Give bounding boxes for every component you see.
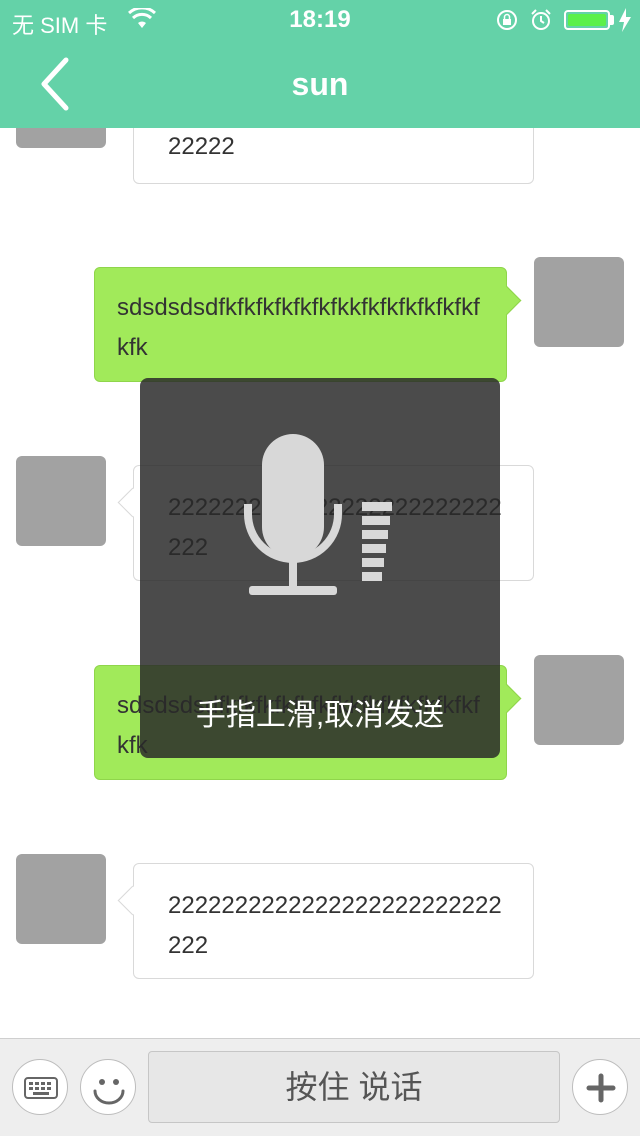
rotation-lock-icon	[497, 10, 517, 30]
contact-avatar[interactable]	[16, 456, 106, 546]
charging-icon	[619, 8, 631, 32]
voice-record-overlay: 手指上滑,取消发送	[140, 378, 500, 758]
incoming-message: 2222222222222222222222222222	[133, 863, 534, 979]
keyboard-toggle-button[interactable]	[12, 1059, 68, 1115]
message-text: 22222	[168, 133, 235, 160]
chat-title: sun	[291, 66, 349, 102]
message-text: sdsdsdsdfkfkfkfkfkfkfkkfkfkfkfkfkfkfkfk	[117, 294, 480, 361]
volume-level-icon	[362, 502, 392, 581]
microphone-icon	[244, 434, 392, 595]
battery-icon	[564, 10, 610, 30]
my-avatar[interactable]	[534, 655, 624, 745]
input-bar: 按住 说话	[0, 1038, 640, 1136]
smiley-icon	[93, 1079, 125, 1105]
outgoing-message: sdsdsdsdfkfkfkfkfkfkfkkfkfkfkfkfkfkfkfk	[94, 267, 507, 382]
status-bar: 无 SIM 卡 18:19	[0, 0, 640, 40]
keyboard-icon	[24, 1077, 58, 1099]
my-avatar[interactable]	[534, 257, 624, 347]
contact-avatar[interactable]	[16, 854, 106, 944]
cancel-hint-text: 手指上滑,取消发送	[195, 699, 445, 732]
top-bar: 无 SIM 卡 18:19 sun	[0, 0, 640, 128]
plus-icon	[586, 1073, 616, 1103]
battery-tip	[610, 15, 614, 25]
alarm-icon	[531, 9, 551, 30]
emoji-button[interactable]	[80, 1059, 136, 1115]
more-button[interactable]	[572, 1059, 628, 1115]
hold-to-talk-button[interactable]: 按住 说话	[148, 1051, 560, 1123]
message-text: 2222222222222222222222222222	[168, 892, 502, 959]
